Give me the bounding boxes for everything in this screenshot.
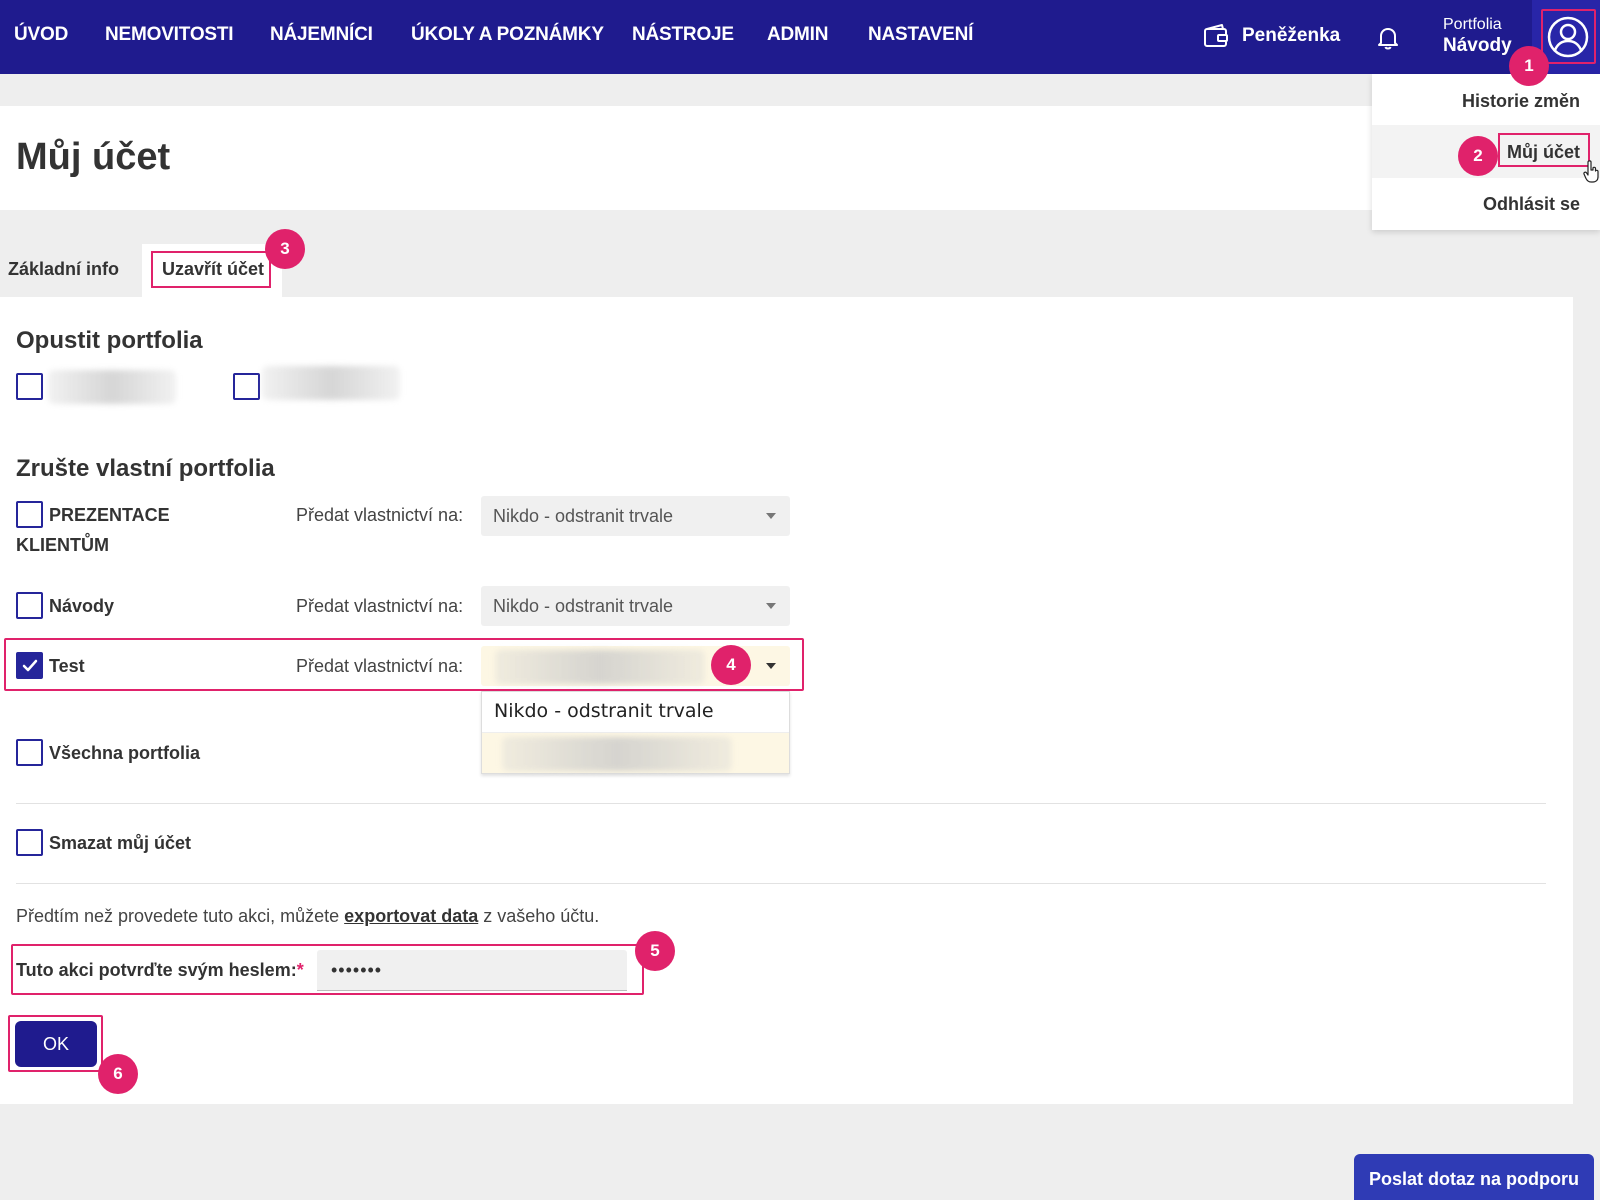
hint-text-before: Předtím než provedete tuto akci, můžete	[16, 906, 345, 926]
option-redacted-user[interactable]	[482, 732, 789, 773]
nav-item-nastaveni[interactable]: NASTAVENÍ	[868, 24, 973, 46]
transfer-select-navody[interactable]: Nikdo - odstranit trvale	[481, 586, 790, 626]
leave-portfolios-title: Opustit portfolia	[16, 327, 203, 354]
support-request-button[interactable]: Poslat dotaz na podporu	[1354, 1154, 1594, 1200]
redacted-portfolio-name-2	[262, 366, 400, 400]
wallet-link[interactable]: Peněženka	[1242, 25, 1340, 47]
highlight-avatar	[1541, 9, 1596, 64]
redacted-portfolio-name-1	[48, 370, 176, 404]
delete-account-label: Smazat můj účet	[49, 833, 192, 853]
transfer-options-list: Nikdo - odstranit trvale	[481, 691, 790, 774]
nav-item-admin[interactable]: ADMIN	[767, 24, 828, 46]
hint-text-after: z vašeho účtu.	[478, 906, 600, 926]
step-badge-4: 4	[711, 645, 751, 685]
nav-item-nastroje[interactable]: NÁSTROJE	[632, 24, 734, 46]
step-badge-3: 3	[265, 229, 305, 269]
bell-icon[interactable]	[1376, 25, 1400, 51]
password-label-text: Tuto akci potvrďte svým heslem:	[16, 960, 297, 980]
menu-item-logout[interactable]: Odhlásit se	[1483, 194, 1580, 215]
tab-basic-info[interactable]: Základní info	[8, 259, 119, 280]
leave-portfolio-checkbox-1[interactable]	[16, 373, 43, 400]
highlight-test-row	[4, 638, 804, 691]
nav-item-najemnici[interactable]: NÁJEMNÍCI	[270, 24, 373, 46]
menu-item-history[interactable]: Historie změn	[1462, 91, 1580, 112]
wallet-icon[interactable]	[1203, 23, 1229, 49]
caret-down-icon	[766, 603, 776, 609]
redacted-user-name	[502, 737, 732, 771]
transfer-label-navody: Předat vlastnictví na:	[296, 596, 464, 616]
portfolio-checkbox-navody[interactable]	[16, 592, 43, 619]
password-value: •••••••	[331, 960, 383, 980]
ok-button[interactable]: OK	[15, 1021, 97, 1067]
export-data-link[interactable]: exportovat data	[344, 906, 478, 926]
step-badge-2: 2	[1458, 136, 1498, 176]
page-title: Můj účet	[16, 136, 171, 178]
nav-item-uvod[interactable]: ÚVOD	[14, 24, 68, 46]
transfer-select-value: Nikdo - odstranit trvale	[493, 596, 674, 616]
nav-item-ukoly[interactable]: ÚKOLY A POZNÁMKY	[411, 24, 604, 46]
transfer-select-prezentace[interactable]: Nikdo - odstranit trvale	[481, 496, 790, 536]
cancel-portfolios-title: Zrušte vlastní portfolia	[16, 455, 275, 482]
step-badge-5: 5	[635, 931, 675, 971]
divider	[16, 883, 1546, 884]
highlight-close-account-tab	[151, 251, 271, 288]
step-badge-1: 1	[1509, 46, 1549, 86]
portfolio-label-navody: Návody	[49, 596, 115, 616]
portfolio-label-all: Všechna portfolia	[49, 743, 201, 763]
required-mark: *	[296, 960, 304, 980]
portfolio-checkbox-all[interactable]	[16, 739, 43, 766]
password-input[interactable]: •••••••	[317, 950, 627, 991]
title-band	[0, 106, 1600, 210]
portfolio-label-prezentace: PREZENTACE	[49, 505, 170, 525]
transfer-select-value: Nikdo - odstranit trvale	[493, 506, 674, 526]
current-portfolio[interactable]: Návody	[1443, 35, 1512, 57]
nav-item-nemovitosti[interactable]: NEMOVITOSTI	[105, 24, 234, 46]
portfolio-checkbox-prezentace[interactable]	[16, 501, 43, 528]
delete-account-checkbox[interactable]	[16, 829, 43, 856]
divider	[16, 803, 1546, 804]
portfolio-label-prezentace-line2: KLIENTŮM	[16, 535, 109, 555]
highlight-my-account	[1498, 133, 1590, 167]
password-label: Tuto akci potvrďte svým heslem:*	[16, 960, 304, 981]
hand-cursor-icon	[1583, 160, 1599, 183]
portfolio-caption: Portfolia	[1443, 16, 1502, 33]
transfer-label-prezentace: Předat vlastnictví na:	[296, 505, 464, 525]
option-delete-permanently[interactable]: Nikdo - odstranit trvale	[494, 700, 714, 722]
export-hint: Předtím než provedete tuto akci, můžete …	[16, 906, 599, 927]
leave-portfolio-checkbox-2[interactable]	[233, 373, 260, 400]
caret-down-icon	[766, 513, 776, 519]
step-badge-6: 6	[98, 1054, 138, 1094]
